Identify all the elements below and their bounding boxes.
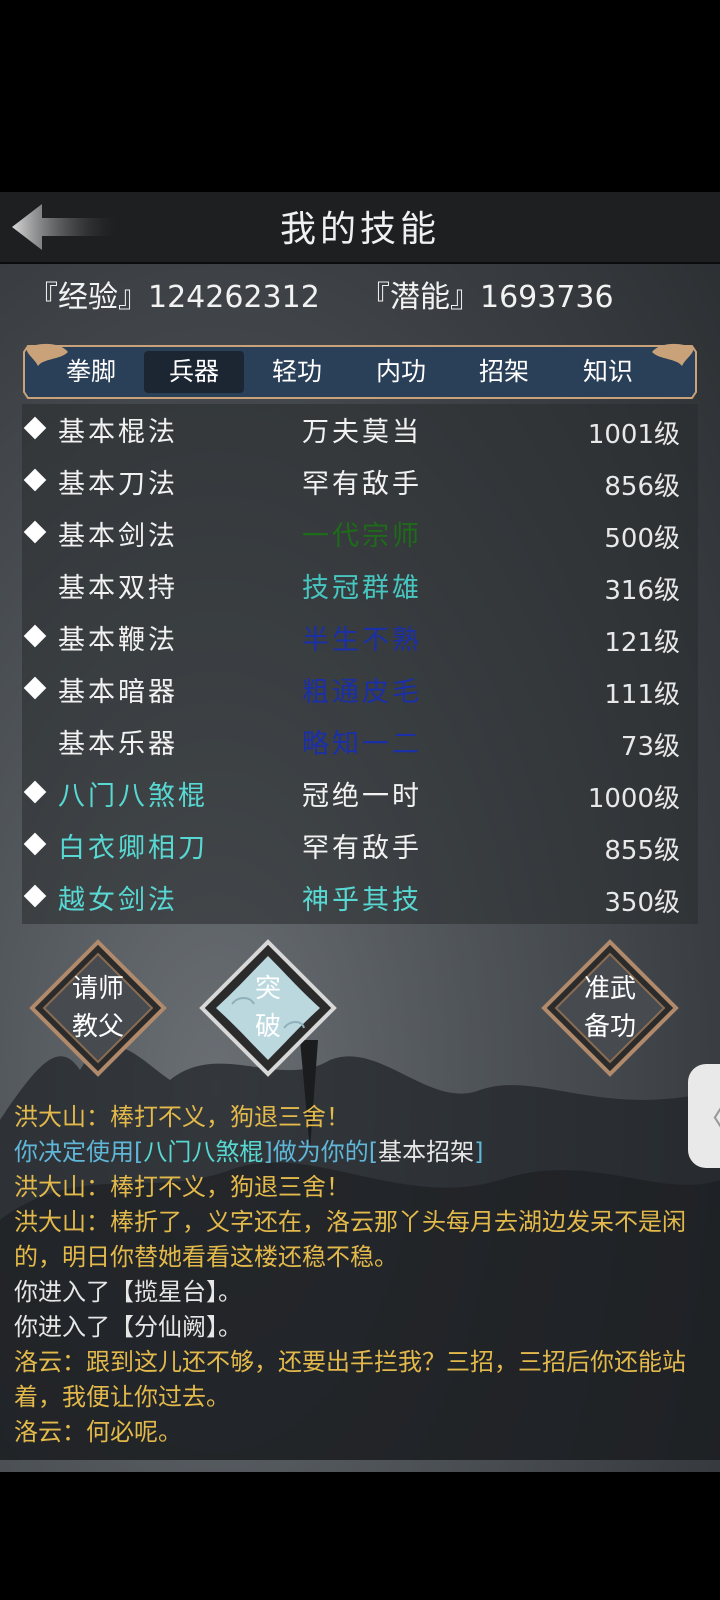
skill-name: 白衣卿相刀 [58, 833, 208, 864]
selected-diamond-icon [23, 520, 47, 544]
chevron-left-icon: 〈 [696, 1094, 720, 1138]
message-log[interactable]: 洪大山：棒打不义，狗退三舍！ 你决定使用[八门八煞棍]做为你的[基本招架] 洪大山：… [0, 1100, 720, 1480]
skill-row[interactable]: 白衣卿相刀 罕有敌手 855级 [22, 820, 698, 873]
skill-name: 八门八煞棍 [58, 781, 208, 812]
page-title: 我的技能 [279, 209, 440, 250]
skill-rank: 罕有敌手 [302, 833, 422, 864]
tab-internal[interactable]: 内功 [351, 351, 451, 393]
skill-name: 基本双持 [58, 573, 178, 604]
skill-level: 1001级 [587, 420, 680, 450]
selected-diamond-icon [23, 624, 47, 648]
skill-name: 基本暗器 [58, 677, 178, 708]
skill-row[interactable]: 基本剑法 一代宗师 500级 [22, 508, 698, 561]
prepare-skill-label-2: 备功 [583, 1012, 636, 1042]
skill-rank: 技冠群雄 [302, 573, 422, 604]
skill-rank: 半生不熟 [302, 625, 422, 656]
skill-row[interactable]: 基本双持 技冠群雄 316级 [22, 560, 698, 613]
log-line: 洛云：跟到这儿还不够，还要出手拦我？三招，三招后你还能站着，我便让你过去。 [14, 1348, 686, 1411]
breakthrough-button[interactable]: 突 破 [198, 938, 338, 1078]
ask-teacher-label-1: 请师 [71, 974, 124, 1004]
skill-row[interactable]: 基本乐器 略知一二 73级 [22, 716, 698, 769]
selected-diamond-icon [23, 468, 47, 492]
experience-stat: 『经验』124262312 [28, 272, 320, 316]
skill-rank: 一代宗师 [302, 521, 422, 552]
skill-name: 基本刀法 [58, 469, 178, 500]
breakthrough-label-1: 突 [254, 974, 281, 1004]
log-text-part: ]做为你的[ [263, 1138, 379, 1166]
skill-level: 856级 [604, 472, 680, 502]
selected-diamond-icon [23, 780, 47, 804]
skill-row[interactable]: 八门八煞棍 冠绝一时 1000级 [22, 768, 698, 821]
skill-level: 73级 [620, 732, 680, 762]
ask-teacher-label-2: 教父 [71, 1012, 124, 1042]
breakthrough-label-2: 破 [254, 1012, 281, 1042]
skill-row[interactable]: 越女剑法 神乎其技 350级 [22, 872, 698, 924]
potential-label: 『潜能』 [360, 280, 480, 315]
skill-level: 111级 [604, 680, 680, 710]
skill-level: 1000级 [587, 784, 680, 814]
potential-value: 1693736 [480, 280, 614, 315]
skill-name: 基本棍法 [58, 417, 178, 448]
skill-level: 500级 [604, 524, 680, 554]
skill-name: 基本乐器 [58, 729, 178, 760]
skill-level: 350级 [604, 888, 680, 918]
log-skill-type: 基本招架 [378, 1138, 475, 1166]
skill-level: 316级 [604, 576, 680, 606]
log-line: 你进入了【分仙阙】。 [14, 1313, 242, 1341]
skill-row[interactable]: 基本暗器 粗通皮毛 111级 [22, 664, 698, 717]
tab-lightness[interactable]: 轻功 [247, 351, 347, 393]
skill-rank: 冠绝一时 [302, 781, 422, 812]
skill-rank: 粗通皮毛 [302, 677, 422, 708]
skill-name: 基本剑法 [58, 521, 178, 552]
log-line: 洛云：何必呢。 [14, 1418, 182, 1446]
log-line: 洪大山：棒打不义，狗退三舍！ [14, 1103, 350, 1131]
tab-parry[interactable]: 招架 [454, 351, 554, 393]
log-line: 洪大山：棒打不义，狗退三舍！ [14, 1173, 350, 1201]
skill-level: 121级 [604, 628, 680, 658]
skill-rank: 略知一二 [302, 729, 422, 760]
prepare-skill-button[interactable]: 准武 备功 [540, 938, 680, 1078]
skill-name: 基本鞭法 [58, 625, 178, 656]
selected-diamond-icon [23, 416, 47, 440]
side-drawer-handle[interactable]: 〈 [688, 1064, 720, 1168]
selected-diamond-icon [23, 676, 47, 700]
log-line: 你进入了【揽星台】。 [14, 1278, 242, 1306]
skill-row[interactable]: 基本棍法 万夫莫当 1001级 [22, 404, 698, 457]
skill-rank: 万夫莫当 [302, 417, 422, 448]
skill-rank: 罕有敌手 [302, 469, 422, 500]
tab-knowledge[interactable]: 知识 [558, 351, 658, 393]
log-skill-highlight: 八门八煞棍 [143, 1138, 264, 1166]
selected-diamond-icon [23, 832, 47, 856]
skill-row[interactable]: 基本刀法 罕有敌手 856级 [22, 456, 698, 509]
skill-level: 855级 [604, 836, 680, 866]
skill-name: 越女剑法 [58, 885, 178, 916]
skill-row[interactable]: 基本鞭法 半生不熟 121级 [22, 612, 698, 665]
experience-value: 124262312 [148, 280, 320, 315]
prepare-skill-label-1: 准武 [583, 974, 636, 1004]
tab-weapons[interactable]: 兵器 [144, 351, 244, 393]
log-text-part: ] [474, 1138, 484, 1166]
tab-fist[interactable]: 拳脚 [41, 351, 141, 393]
skill-list[interactable]: 基本棍法 万夫莫当 1001级 基本刀法 罕有敌手 856级 基本剑法 一代宗师 500级 基本双… [22, 404, 698, 924]
log-line: 洪大山：棒折了，义字还在，洛云那丫头每月去湖边发呆不是闲的，明日你替她看看这楼还… [14, 1208, 686, 1271]
selected-diamond-icon [23, 884, 47, 908]
potential-stat: 『潜能』1693736 [360, 272, 614, 316]
skill-rank: 神乎其技 [302, 885, 422, 916]
ask-teacher-button[interactable]: 请师 教父 [28, 938, 168, 1078]
log-text-part: 你决定使用[ [14, 1138, 144, 1166]
log-line: 你决定使用[八门八煞棍]做为你的[基本招架] [0, 1135, 720, 1170]
experience-label: 『经验』 [28, 280, 148, 315]
